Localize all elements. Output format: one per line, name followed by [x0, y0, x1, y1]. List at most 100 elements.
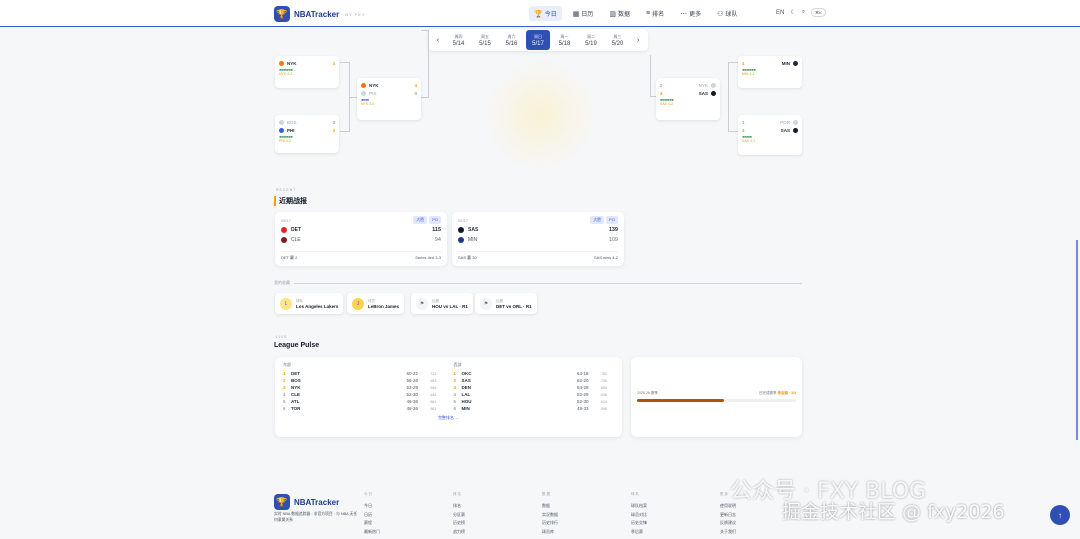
- footer-link[interactable]: 实况数据: [542, 512, 558, 521]
- logo[interactable]: 🏆 NBATracker BY FXY: [274, 6, 365, 22]
- footer-link[interactable]: 分区赛: [453, 512, 465, 521]
- scrollbar-thumb[interactable]: [1076, 240, 1078, 440]
- bracket-connector: [421, 30, 429, 98]
- nav-item-stats[interactable]: ▥ 数据: [604, 6, 635, 21]
- date-tab[interactable]: 周六 5/16: [500, 30, 524, 50]
- chevron-right-icon[interactable]: ›: [632, 37, 644, 44]
- bracket-connector: [728, 62, 738, 132]
- game-card[interactable]: 05/17 大胜 PO DET 115 CLE 94 DET 赢 2 Series ti…: [275, 212, 447, 266]
- standings-row[interactable]: 4 CLE 52-30 .634: [283, 391, 444, 398]
- standings-row[interactable]: 5 ATL 46-36 .561: [283, 398, 444, 405]
- series-status-link[interactable]: Series tied 3-3: [415, 255, 441, 261]
- win-pct: .732: [429, 371, 437, 376]
- bracket-card-west-r2[interactable]: 2 NYK 4 SAS ●●●●●●● SAS 4-2: [656, 78, 720, 120]
- standings-row[interactable]: 2 SAS 62-20 .756: [454, 377, 615, 384]
- series-note: NYK 4-0: [361, 102, 375, 106]
- date-tab[interactable]: 周五 5/15: [473, 30, 497, 50]
- favorite-chip[interactable]: ⚑ 比赛 HOU vs LAL · R1: [411, 293, 473, 314]
- favorite-name: Los Angeles Lakers: [296, 303, 339, 309]
- game-tag: PO: [429, 216, 441, 224]
- footer-link[interactable]: 历史排行: [542, 520, 558, 529]
- favorite-chip[interactable]: J 球员 LeBron James: [347, 293, 405, 314]
- more-icon: ⋯: [680, 10, 688, 18]
- game-card[interactable]: 05/17 大胜 PO SAS 139 MIN 109 SAS 赢 30 SAS win…: [452, 212, 624, 266]
- bracket-card-east-r2[interactable]: NYK 4 PHI 0 ●●●● NYK 4-0: [357, 78, 421, 120]
- date-tab-selected[interactable]: 周日 5/17: [526, 30, 550, 50]
- rank: 6: [453, 406, 457, 411]
- chevron-left-icon[interactable]: ‹: [432, 37, 444, 44]
- footer-link[interactable]: 赛程: [364, 520, 380, 529]
- standings-row[interactable]: 6 TOR 46-36 .561: [283, 405, 444, 412]
- scroll-to-top-button[interactable]: ↑: [1050, 505, 1070, 525]
- team-score: 4: [742, 127, 745, 133]
- season-progress-fill: [637, 399, 725, 402]
- footer-link[interactable]: 今日: [364, 503, 380, 512]
- nav-item-ranking[interactable]: ≡ 排名: [641, 6, 669, 21]
- bracket-card-west-r1-top[interactable]: 4 MIN ●●●●●●● MIN 4-2: [738, 56, 802, 88]
- footer-link[interactable]: 球员对比: [631, 512, 647, 521]
- search-icon[interactable]: ⌕: [802, 9, 805, 16]
- theme-toggle-icon[interactable]: ☾: [790, 9, 795, 16]
- bracket-card-east-r1-top[interactable]: NYK 4 ●●●●●●● NYK 4-4: [275, 56, 339, 88]
- rank: 6: [283, 406, 286, 411]
- footer-link[interactable]: 历史榜: [453, 520, 465, 529]
- footer-link[interactable]: 反馈建议: [720, 520, 736, 529]
- section-tag: RECENT: [276, 188, 297, 192]
- footer-link[interactable]: 战力榜: [453, 529, 465, 538]
- footer-link[interactable]: 更新日志: [720, 512, 736, 521]
- footer-link[interactable]: 排名: [453, 503, 465, 512]
- search-shortcut[interactable]: ⌘K: [811, 8, 826, 17]
- favorite-chip[interactable]: ⚑ 比赛 DET vs ORL · R1: [475, 293, 537, 314]
- footer-link[interactable]: 球队档案: [631, 503, 647, 512]
- win-pct: .634: [429, 392, 437, 397]
- date-tab[interactable]: 周四 5/14: [447, 30, 471, 50]
- footer-link[interactable]: 最新热门: [364, 529, 380, 538]
- date-tab[interactable]: 周二 5/19: [579, 30, 603, 50]
- standings-row[interactable]: 2 BOS 56-26 .683: [283, 377, 444, 384]
- rank: 2: [283, 378, 286, 383]
- footer-link[interactable]: 季后赛: [631, 529, 647, 538]
- language-toggle[interactable]: EN: [776, 10, 784, 16]
- footer-link[interactable]: 数据: [542, 503, 558, 512]
- standings-row[interactable]: 1 OKC 64-18 .780: [454, 370, 615, 377]
- footer-link[interactable]: 球员库: [542, 529, 558, 538]
- team-name: SAS: [468, 227, 479, 233]
- game-date: 05/17: [458, 217, 469, 223]
- footer-link[interactable]: 日历: [364, 512, 380, 521]
- bracket-connector: [350, 97, 357, 98]
- full-standings-link[interactable]: 完整排名 →: [283, 415, 614, 421]
- bracket-card-west-r1-bottom[interactable]: 1 POR 4 SAS ●●●●● SAS 4-1: [738, 115, 802, 155]
- date-tab[interactable]: 周一 5/18: [553, 30, 577, 50]
- team-name: DET: [291, 371, 300, 376]
- nav-item-calendar[interactable]: ▦ 日历: [568, 6, 599, 21]
- calendar-icon: ▦: [572, 10, 580, 18]
- footer-link[interactable]: 关于我们: [720, 529, 736, 538]
- series-status-link[interactable]: SAS wins 4-2: [594, 255, 618, 261]
- date-tab[interactable]: 周三 5/20: [606, 30, 630, 50]
- standings-row[interactable]: 5 HOU 52-30 .634: [454, 398, 615, 405]
- team-logo-icon: [458, 237, 464, 243]
- standings-row[interactable]: 4 LAL 53-29 .646: [454, 391, 615, 398]
- bracket-team-row: 4 MIN: [742, 59, 798, 67]
- logo-text: NBATracker: [294, 9, 340, 19]
- standings-row[interactable]: 6 MIN 49-33 .598: [454, 405, 615, 412]
- team-score: 4: [414, 82, 417, 88]
- favorite-chip[interactable]: L 球队 Los Angeles Lakers: [275, 293, 344, 314]
- date-day: 5/14: [452, 40, 465, 47]
- standings-row[interactable]: 3 DEN 54-28 .659: [454, 384, 615, 391]
- team-logo-icon: [793, 119, 798, 125]
- footer-link[interactable]: 历史交锋: [631, 520, 647, 529]
- nav-item-teams[interactable]: ⚇ 球队: [712, 6, 742, 21]
- team-name: ATL: [291, 399, 300, 404]
- bracket-team-row: 4 SAS: [742, 126, 798, 134]
- season-progress-header: 2025-26 赛季 已完成赛季 季后赛 · 3/4: [637, 391, 796, 396]
- nav-item-today[interactable]: 🏆 今日: [529, 6, 562, 21]
- standings-row[interactable]: 3 NYK 53-29 .646: [283, 384, 444, 391]
- team-score: 4: [660, 90, 663, 96]
- nav-item-more[interactable]: ⋯ 更多: [675, 6, 706, 21]
- rank: 5: [283, 399, 286, 404]
- standings-row[interactable]: 1 DET 60-22 .732: [283, 370, 444, 377]
- date-day: 5/17: [532, 40, 544, 47]
- bracket-card-east-r1-bottom[interactable]: BOS 3 PHI 4 ●●●●●●● PHI 4-3: [275, 115, 339, 153]
- footer-logo[interactable]: 🏆 NBATracker: [274, 494, 339, 510]
